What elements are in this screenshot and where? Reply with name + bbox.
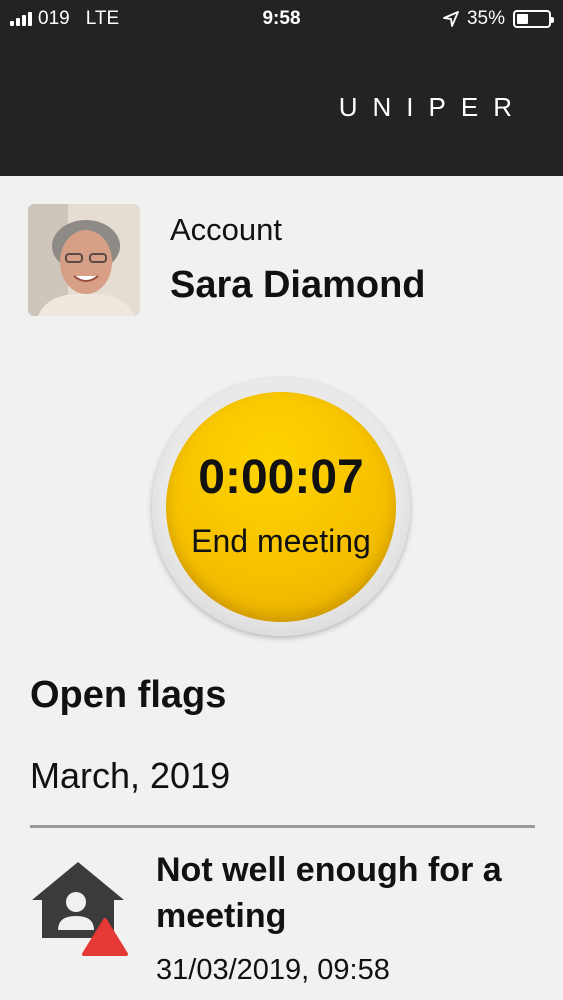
flag-timestamp: 31/03/2019, 09:58 xyxy=(156,954,390,986)
divider xyxy=(30,825,535,828)
meeting-timer: 0:00:07 xyxy=(198,451,364,504)
home-alert-icon xyxy=(32,862,128,956)
battery-icon xyxy=(513,10,554,28)
account-label: Account xyxy=(170,212,283,247)
status-right: 35% xyxy=(443,8,554,30)
status-bar: 019 LTE 9:58 35% xyxy=(0,0,563,38)
open-flags-title: Open flags xyxy=(30,674,227,716)
end-meeting-button-face xyxy=(166,392,396,622)
flag-title: Not well enough for a meeting xyxy=(156,851,502,935)
avatar xyxy=(28,204,140,316)
end-meeting-button[interactable]: 0:00:07 End meeting xyxy=(152,378,410,636)
battery-percent: 35% xyxy=(466,8,505,29)
account-name: Sara Diamond xyxy=(170,264,426,306)
end-meeting-label: End meeting xyxy=(191,523,371,559)
app-header: 019 LTE 9:58 35% UNIPER xyxy=(0,0,563,176)
brand-logo: UNIPER xyxy=(338,92,527,122)
flags-month: March, 2019 xyxy=(30,755,231,796)
avatar-photo xyxy=(28,204,140,316)
location-icon xyxy=(443,11,459,27)
